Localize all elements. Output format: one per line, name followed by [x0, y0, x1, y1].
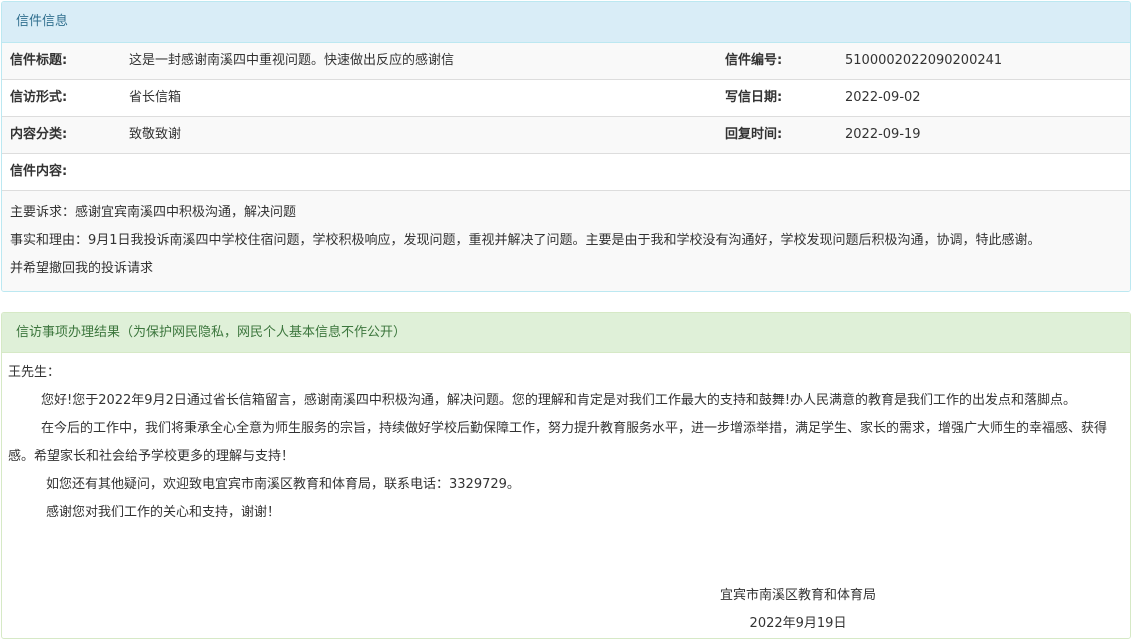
letter-number-label: 信件编号:	[725, 53, 783, 68]
meta-row-content: 信件内容:	[2, 154, 1130, 191]
write-date-label: 写信日期:	[725, 90, 783, 105]
content-category-value: 致敬致谢	[129, 127, 182, 142]
letter-form-value: 省长信箱	[129, 90, 182, 105]
signature-org: 宜宾市南溪区教育和体育局	[719, 588, 876, 603]
letter-title-label: 信件标题:	[10, 53, 68, 68]
reply-result-panel: 信访事项办理结果（为保护网民隐私，网民个人基本信息不作公开） 王先生： 您好!您…	[1, 312, 1131, 639]
reply-result-heading: 信访事项办理结果（为保护网民隐私，网民个人基本信息不作公开）	[2, 313, 1130, 353]
letter-content-label: 信件内容:	[10, 164, 68, 179]
letter-form-label: 信访形式:	[10, 90, 68, 105]
reply-paragraph: 在今后的工作中，我们将秉承全心全意为师生服务的宗旨，持续做好学校后勤保障工作，努…	[8, 421, 1108, 464]
letter-title-value: 这是一封感谢南溪四中重视问题。快速做出反应的感谢信	[129, 53, 455, 68]
reply-paragraph: 感谢您对我们工作的关心和支持，谢谢！	[46, 505, 281, 520]
letter-info-heading: 信件信息	[2, 2, 1130, 43]
letter-info-panel: 信件信息 信件标题: 这是一封感谢南溪四中重视问题。快速做出反应的感谢信 信件编…	[1, 1, 1131, 292]
content-category-label: 内容分类:	[10, 127, 68, 142]
content-line: 事实和理由：9月1日我投诉南溪四中学校住宿问题，学校积极响应，发现问题，重视并解…	[10, 233, 1041, 248]
reply-paragraph: 如您还有其他疑问，欢迎致电宜宾市南溪区教育和体育局，联系电话：3329729。	[46, 477, 520, 492]
content-line: 主要诉求：感谢宜宾南溪四中积极沟通，解决问题	[10, 205, 297, 220]
meta-row-form: 信访形式: 省长信箱 写信日期: 2022-09-02	[2, 80, 1130, 117]
reply-salutation: 王先生：	[8, 365, 61, 380]
meta-row-title: 信件标题: 这是一封感谢南溪四中重视问题。快速做出反应的感谢信 信件编号: 51…	[2, 43, 1130, 80]
write-date-value: 2022-09-02	[845, 90, 921, 105]
reply-time-value: 2022-09-19	[845, 127, 921, 142]
letter-content-body: 主要诉求：感谢宜宾南溪四中积极沟通，解决问题 事实和理由：9月1日我投诉南溪四中…	[2, 191, 1130, 291]
reply-body: 王先生： 您好!您于2022年9月2日通过省长信箱留言，感谢南溪四中积极沟通，解…	[2, 353, 1130, 527]
signature-date: 2022年9月19日	[749, 616, 847, 631]
letter-number-value: 5100002022090200241	[845, 53, 1003, 68]
content-line: 并希望撤回我的投诉请求	[10, 261, 154, 276]
reply-time-label: 回复时间:	[725, 127, 783, 142]
meta-row-category: 内容分类: 致敬致谢 回复时间: 2022-09-19	[2, 117, 1130, 154]
reply-paragraph: 您好!您于2022年9月2日通过省长信箱留言，感谢南溪四中积极沟通，解决问题。您…	[41, 393, 1077, 408]
